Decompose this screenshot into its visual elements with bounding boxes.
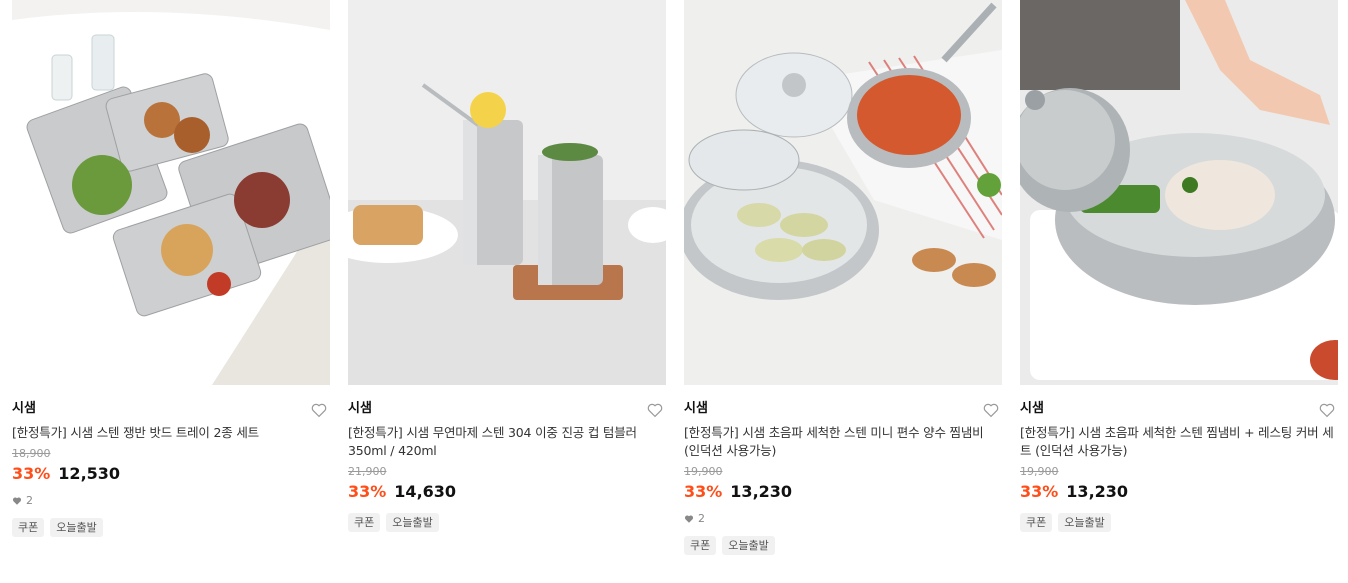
- discount-rate: 33%: [1020, 482, 1059, 501]
- brand-name: 시샘: [12, 401, 36, 416]
- product-info: 시샘 [한정특가] 시샘 초음파 세척한 스텐 찜냄비 + 레스팅 커버 세트 …: [1020, 385, 1338, 532]
- brand-name: 시샘: [684, 401, 708, 416]
- heart-filled-icon: [12, 497, 22, 505]
- price-row: 33% 14,630: [348, 481, 666, 503]
- wishlist-heart-icon[interactable]: [1318, 401, 1336, 419]
- sale-price: 13,230: [730, 482, 793, 501]
- sale-price: 12,530: [58, 464, 121, 483]
- product-name[interactable]: [한정특가] 시샘 초음파 세척한 스텐 미니 편수 양수 찜냄비 (인덕션 사…: [684, 424, 1002, 460]
- ship-today-badge: 오늘출발: [50, 518, 103, 537]
- discount-rate: 33%: [12, 464, 51, 483]
- sale-price: 14,630: [394, 482, 457, 501]
- product-card[interactable]: 시샘 [한정특가] 시샘 초음파 세척한 스텐 미니 편수 양수 찜냄비 (인덕…: [684, 0, 1002, 555]
- product-info: 시샘 [한정특가] 시샘 초음파 세척한 스텐 미니 편수 양수 찜냄비 (인덕…: [684, 385, 1002, 555]
- product-image-steamer-pots[interactable]: [684, 0, 1002, 385]
- badge-list: 쿠폰 오늘출발: [348, 513, 666, 532]
- ship-today-badge: 오늘출발: [722, 536, 775, 555]
- discount-rate: 33%: [348, 482, 387, 501]
- like-count: 2: [684, 512, 1002, 526]
- product-name[interactable]: [한정특가] 시샘 무연마제 스텐 304 이중 진공 컵 텀블러 350ml …: [348, 424, 666, 460]
- wishlist-heart-icon[interactable]: [646, 401, 664, 419]
- sale-price: 13,230: [1066, 482, 1129, 501]
- coupon-badge: 쿠폰: [1020, 513, 1053, 532]
- product-card[interactable]: 시샘 [한정특가] 시샘 스텐 쟁반 밧드 트레이 2종 세트 18,900 3…: [12, 0, 330, 555]
- product-info: 시샘 [한정특가] 시샘 스텐 쟁반 밧드 트레이 2종 세트 18,900 3…: [12, 385, 330, 537]
- product-name[interactable]: [한정특가] 시샘 초음파 세척한 스텐 찜냄비 + 레스팅 커버 세트 (인덕…: [1020, 424, 1338, 460]
- coupon-badge: 쿠폰: [684, 536, 717, 555]
- product-card[interactable]: 시샘 [한정특가] 시샘 초음파 세척한 스텐 찜냄비 + 레스팅 커버 세트 …: [1020, 0, 1338, 555]
- ship-today-badge: 오늘출발: [1058, 513, 1111, 532]
- coupon-badge: 쿠폰: [348, 513, 381, 532]
- discount-rate: 33%: [684, 482, 723, 501]
- product-image-trays[interactable]: [12, 0, 330, 385]
- ship-today-badge: 오늘출발: [386, 513, 439, 532]
- price-row: 33% 13,230: [1020, 481, 1338, 503]
- heart-filled-icon: [684, 515, 694, 523]
- like-count-value: 2: [698, 512, 705, 525]
- product-image-steamer-set[interactable]: [1020, 0, 1338, 385]
- product-name[interactable]: [한정특가] 시샘 스텐 쟁반 밧드 트레이 2종 세트: [12, 424, 330, 442]
- badge-list: 쿠폰 오늘출발: [684, 536, 1002, 555]
- brand-name: 시샘: [348, 401, 372, 416]
- original-price: 18,900: [12, 447, 51, 460]
- coupon-badge: 쿠폰: [12, 518, 45, 537]
- brand-name: 시샘: [1020, 401, 1044, 416]
- original-price: 19,900: [1020, 465, 1059, 478]
- badge-list: 쿠폰 오늘출발: [12, 518, 330, 537]
- badge-list: 쿠폰 오늘출발: [1020, 513, 1338, 532]
- price-row: 33% 13,230: [684, 481, 1002, 503]
- price-row: 33% 12,530: [12, 463, 330, 485]
- wishlist-heart-icon[interactable]: [982, 401, 1000, 419]
- product-grid: 시샘 [한정특가] 시샘 스텐 쟁반 밧드 트레이 2종 세트 18,900 3…: [12, 0, 1338, 555]
- product-card[interactable]: 시샘 [한정특가] 시샘 무연마제 스텐 304 이중 진공 컵 텀블러 350…: [348, 0, 666, 555]
- product-image-tumblers[interactable]: [348, 0, 666, 385]
- original-price: 21,900: [348, 465, 387, 478]
- like-count-value: 2: [26, 494, 33, 507]
- wishlist-heart-icon[interactable]: [310, 401, 328, 419]
- original-price: 19,900: [684, 465, 723, 478]
- product-info: 시샘 [한정특가] 시샘 무연마제 스텐 304 이중 진공 컵 텀블러 350…: [348, 385, 666, 532]
- like-count: 2: [12, 494, 330, 508]
